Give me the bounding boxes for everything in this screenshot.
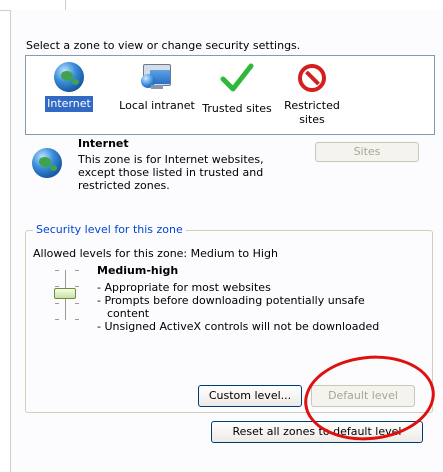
zone-local-intranet[interactable]: Local intranet [114, 62, 200, 114]
intranet-icon [140, 62, 174, 94]
security-level-title: Medium-high [97, 264, 179, 277]
zone-description-line: This zone is for Internet websites, [78, 153, 264, 166]
zone-description-text: This zone is for Internet websites, exce… [78, 153, 278, 192]
zone-restricted-label-line2: sites [299, 113, 325, 126]
security-slider-thumb[interactable] [54, 288, 76, 299]
zone-local-intranet-label: Local intranet [119, 99, 195, 112]
zone-description-line: restricted zones. [78, 179, 170, 192]
security-level-legend: Security level for this zone [33, 223, 186, 236]
sites-button[interactable]: Sites [315, 142, 419, 162]
zone-internet-label: Internet [45, 96, 93, 112]
checkmark-icon [220, 63, 254, 92]
globe-icon [32, 148, 62, 178]
zone-trusted-sites[interactable]: Trusted sites [200, 62, 274, 117]
zone-restricted-label-line1: Restricted [284, 99, 340, 112]
custom-level-button[interactable]: Custom level... [198, 385, 302, 407]
security-level-bullet: - Appropriate for most websites [97, 281, 271, 294]
security-level-bullet: - Unsigned ActiveX controls will not be … [97, 320, 380, 333]
globe-icon [54, 62, 84, 92]
zone-description-title: Internet [78, 137, 129, 150]
zone-description-icon [32, 148, 62, 178]
zone-list: Internet Local intranet Trusted sites Re… [25, 55, 435, 135]
zone-restricted-sites[interactable]: Restricted sites [280, 62, 344, 128]
zone-trusted-sites-label: Trusted sites [202, 102, 272, 115]
zone-internet[interactable]: Internet [44, 62, 94, 112]
zone-description-line: except those listed in trusted and [78, 166, 264, 179]
security-level-bullet: - Prompts before downloading potentially… [97, 294, 365, 320]
no-entry-icon [298, 64, 326, 92]
security-level-description: - Appropriate for most websites - Prompt… [97, 281, 397, 333]
zone-instruction: Select a zone to view or change security… [26, 39, 301, 52]
allowed-levels-text: Allowed levels for this zone: Medium to … [33, 247, 278, 260]
